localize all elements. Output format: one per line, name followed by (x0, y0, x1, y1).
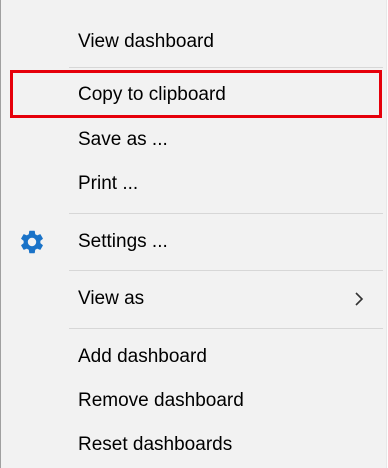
context-menu: View dashboard Copy to clipboard Save as… (0, 0, 387, 468)
menu-item-label: Add dashboard (78, 346, 207, 367)
menu-item-settings[interactable]: Settings ... (1, 220, 387, 264)
menu-item-save-as[interactable]: Save as ... (1, 118, 387, 162)
menu-item-label: Print ... (78, 173, 139, 194)
gear-icon (21, 230, 43, 254)
highlight-box (10, 70, 382, 118)
menu-item-reset-dashboards[interactable]: Reset dashboards (1, 423, 387, 467)
menu-item-add-dashboard[interactable]: Add dashboard (1, 335, 387, 379)
menu-item-label: Save as ... (78, 129, 168, 150)
menu-item-print[interactable]: Print ... (1, 162, 387, 206)
menu-item-label: View as (78, 288, 145, 309)
menu-item-label: Settings ... (78, 231, 168, 252)
menu-separator (69, 213, 383, 214)
menu-separator (69, 328, 383, 329)
menu-item-label: Remove dashboard (78, 390, 244, 411)
menu-item-view-as[interactable]: View as (1, 277, 387, 321)
menu-item-label: Reset dashboards (78, 434, 233, 455)
menu-separator (69, 270, 383, 271)
chevron-right-icon (355, 292, 364, 306)
menu-item-label: View dashboard (78, 31, 214, 52)
menu-separator (69, 67, 383, 68)
menu-item-remove-dashboard[interactable]: Remove dashboard (1, 379, 387, 423)
menu-item-view-dashboard[interactable]: View dashboard (1, 20, 387, 64)
